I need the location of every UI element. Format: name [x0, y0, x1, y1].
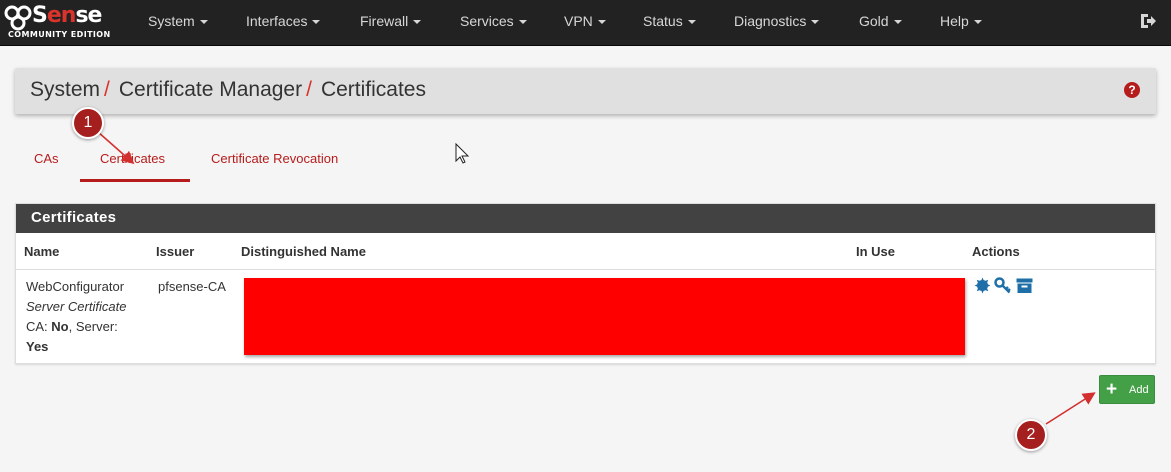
column-header-issuer: Issuer: [156, 244, 195, 259]
certificates-panel: Certificates Name Issuer Distinguished N…: [15, 203, 1156, 364]
logo-rings-icon: [4, 5, 32, 31]
mouse-cursor-icon: [455, 142, 470, 164]
column-header-name: Name: [24, 244, 60, 259]
header-divider: [16, 269, 1155, 270]
caret-down-icon: [893, 20, 902, 25]
breadcrumb-bar: System / Certificate Manager / Certificates …: [15, 68, 1156, 114]
tab-certificate-revocation[interactable]: Certificate Revocation: [211, 151, 338, 166]
help-icon[interactable]: ?: [1124, 82, 1140, 98]
server-value: Yes: [26, 339, 49, 354]
caret-down-icon: [312, 20, 321, 25]
pfsense-logo[interactable]: Sense COMMUNITY EDITION: [4, 3, 116, 41]
nav-system[interactable]: System: [148, 0, 208, 46]
annotation-arrow-2: [1045, 392, 1096, 425]
cert-type: Server Certificate: [26, 299, 127, 314]
top-navbar: Sense COMMUNITY EDITION System Interface…: [0, 0, 1171, 46]
nav-diagnostics[interactable]: Diagnostics: [734, 0, 820, 46]
breadcrumb-certificate-manager[interactable]: Certificate Manager: [119, 78, 302, 101]
breadcrumb-separator: /: [104, 78, 110, 101]
panel-title: Certificates: [31, 209, 117, 226]
breadcrumb-certificates[interactable]: Certificates: [321, 78, 426, 101]
caret-down-icon: [973, 20, 982, 25]
add-button[interactable]: + Add: [1099, 375, 1155, 404]
column-header-distinguished-name: Distinguished Name: [241, 244, 366, 259]
annotation-badge-2: 2: [1015, 419, 1047, 451]
redacted-distinguished-name: [244, 278, 965, 355]
tab-cas[interactable]: CAs: [34, 151, 59, 166]
ca-value: No: [51, 319, 69, 334]
nav-firewall[interactable]: Firewall: [360, 0, 422, 46]
caret-down-icon: [597, 20, 606, 25]
caret-down-icon: [687, 20, 696, 25]
nav-help[interactable]: Help: [940, 0, 982, 46]
tab-certificates[interactable]: Certificates: [100, 151, 165, 166]
cert-issuer: pfsense-CA: [158, 279, 226, 294]
logo-wordmark: Sense: [32, 3, 102, 28]
plus-icon: +: [1106, 379, 1118, 400]
breadcrumb-separator: /: [306, 78, 312, 101]
cert-name-cell: WebConfigurator Server Certificate CA: N…: [26, 277, 126, 357]
caret-down-icon: [199, 20, 208, 25]
breadcrumb-system[interactable]: System: [30, 78, 100, 101]
nav-gold[interactable]: Gold: [859, 0, 902, 46]
ca-label: CA:: [26, 319, 52, 334]
cert-name: WebConfigurator: [26, 279, 125, 294]
caret-down-icon: [413, 20, 422, 25]
nav-services[interactable]: Services: [460, 0, 527, 46]
export-key-icon[interactable]: [994, 277, 1011, 294]
caret-down-icon: [811, 20, 820, 25]
add-button-label: Add: [1129, 384, 1149, 396]
archive-icon[interactable]: [1016, 277, 1033, 294]
panel-heading: Certificates: [16, 204, 1155, 233]
server-label: , Server:: [68, 319, 118, 334]
nav-vpn[interactable]: VPN: [564, 0, 606, 46]
nav-interfaces[interactable]: Interfaces: [246, 0, 321, 46]
column-header-in-use: In Use: [856, 244, 896, 259]
caret-down-icon: [518, 20, 527, 25]
sign-out-icon[interactable]: [1139, 12, 1157, 30]
export-cert-icon[interactable]: [974, 277, 991, 294]
nav-status[interactable]: Status: [643, 0, 696, 46]
annotation-badge-1: 1: [72, 107, 104, 139]
logo-subtitle: COMMUNITY EDITION: [8, 30, 111, 39]
column-header-actions: Actions: [972, 244, 1020, 259]
breadcrumb: System / Certificate Manager / Certificates: [30, 78, 426, 102]
active-tab-indicator: [80, 179, 190, 182]
